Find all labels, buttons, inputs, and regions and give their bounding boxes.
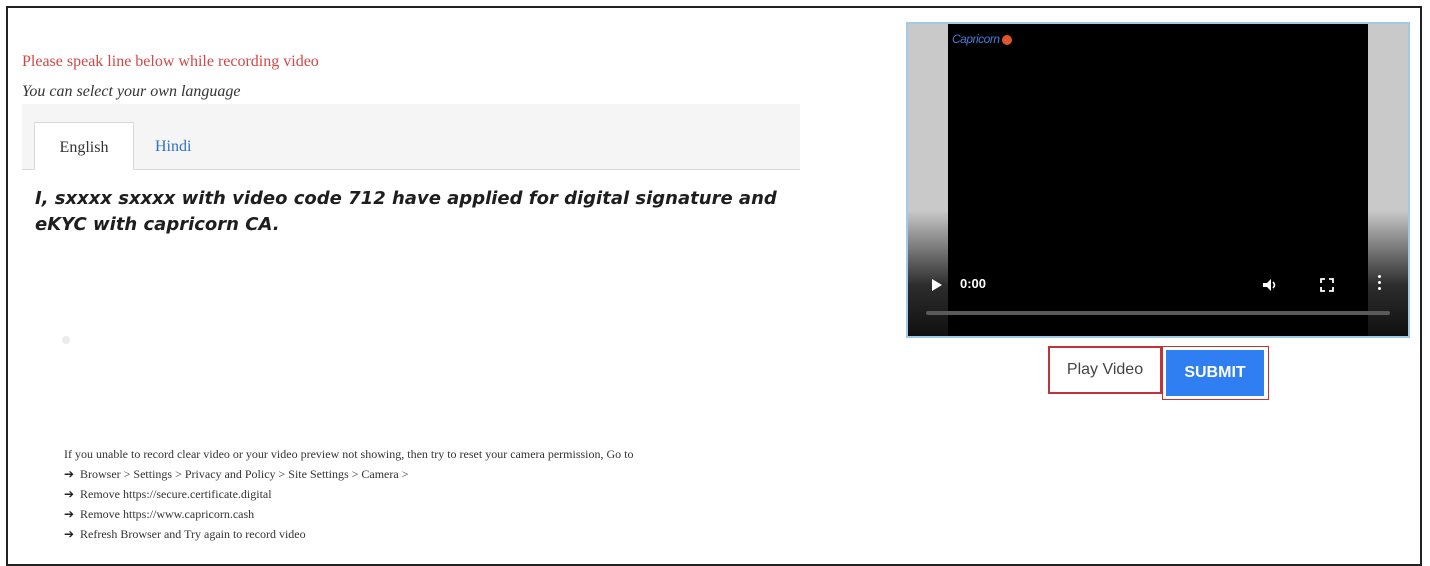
- capricorn-logo: Capricorn: [952, 32, 1012, 46]
- recording-instruction: Please speak line below while recording …: [22, 53, 319, 70]
- help-step: ➔ Remove https://www.capricorn.cash: [64, 504, 634, 524]
- language-instruction: You can select your own language: [22, 83, 241, 100]
- more-options-icon[interactable]: [1378, 275, 1382, 293]
- arrow-right-icon: ➔: [64, 487, 75, 501]
- arrow-right-icon: ➔: [64, 507, 75, 521]
- statement-text: I, sxxxx sxxxx with video code 712 have …: [35, 188, 777, 235]
- tab-english[interactable]: English: [34, 122, 134, 170]
- language-tabs: English Hindi: [22, 104, 800, 170]
- help-intro: If you unable to record clear video or y…: [64, 447, 634, 461]
- fullscreen-icon[interactable]: [1320, 278, 1334, 292]
- video-progress-bar[interactable]: [926, 311, 1390, 315]
- arrow-right-icon: ➔: [64, 527, 75, 541]
- tab-hindi[interactable]: Hindi: [155, 122, 215, 170]
- video-time: 0:00: [960, 276, 987, 291]
- help-step: ➔ Browser > Settings > Privacy and Policy…: [64, 464, 634, 484]
- volume-icon[interactable]: [1262, 277, 1278, 293]
- submit-button[interactable]: SUBMIT: [1166, 350, 1264, 396]
- help-step: ➔ Refresh Browser and Try again to record…: [64, 524, 634, 544]
- play-icon[interactable]: [932, 279, 942, 291]
- controls-overlay: [908, 210, 1408, 336]
- camera-help: If you unable to record clear video or y…: [64, 444, 634, 544]
- play-video-button[interactable]: Play Video: [1048, 346, 1162, 394]
- video-player[interactable]: Capricorn 0:00: [906, 22, 1410, 338]
- logo-mark-icon: [1001, 34, 1012, 45]
- arrow-right-icon: ➔: [64, 467, 75, 481]
- faint-dot: [62, 336, 70, 344]
- help-step: ➔ Remove https://secure.certificate.digit…: [64, 484, 634, 504]
